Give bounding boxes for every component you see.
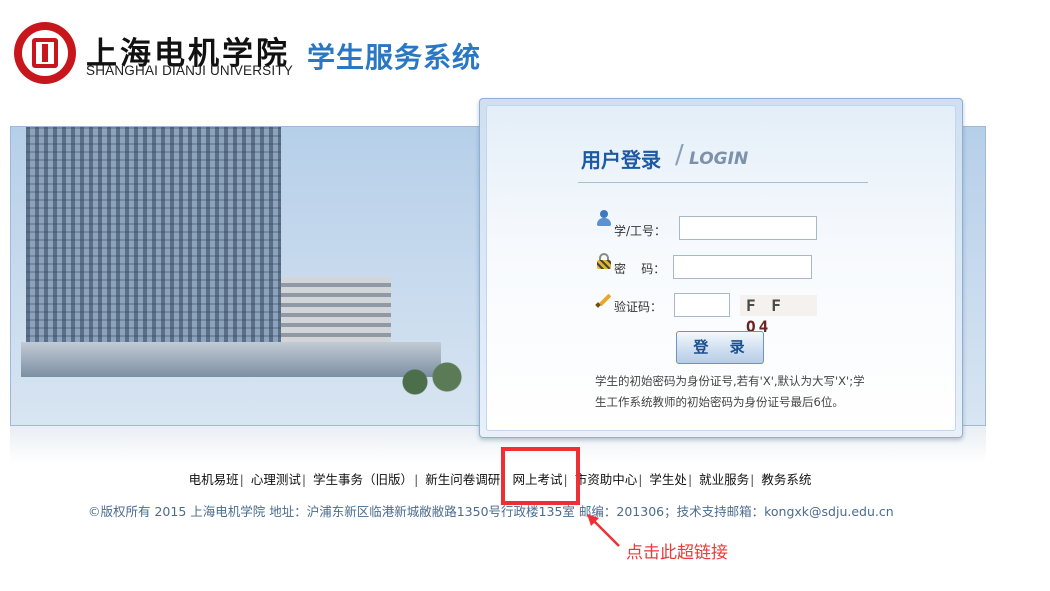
nav-separator: |	[301, 472, 307, 487]
password-label: 密 码：	[614, 262, 666, 276]
footer-nav: 电机易班| 心理测试| 学生事务（旧版）| 新生问卷调研| 网上考试| 市资助中…	[0, 469, 1000, 488]
nav-link-employment-service[interactable]: 就业服务	[699, 472, 749, 487]
nav-link-freshman-survey[interactable]: 新生问卷调研	[425, 472, 500, 487]
system-title: 学生服务系统	[307, 41, 482, 74]
nav-separator: |	[239, 472, 244, 487]
password-hint-text: 学生的初始密码为身份证号,若有'X',默认为大写'X';学生工作系统教师的初始密…	[595, 374, 865, 409]
campus-podium	[21, 342, 441, 377]
nav-link-city-aid-center[interactable]: 市资助中心	[575, 472, 638, 487]
nav-separator: |	[414, 472, 419, 487]
page-header: 上海电机学院 SHANGHAI DIANJI UNIVERSITY 学生服务系统	[0, 0, 1050, 95]
login-title-divider: /	[675, 140, 684, 170]
nav-link-student-affairs-old[interactable]: 学生事务（旧版）	[313, 472, 413, 487]
captcha-image[interactable]: F F Q4	[740, 295, 817, 336]
annotation-arrow-icon	[587, 514, 620, 547]
nav-link-student-office[interactable]: 学生处	[649, 472, 687, 487]
campus-trees	[391, 352, 471, 402]
nav-link-psych-test[interactable]: 心理测试	[251, 472, 301, 487]
login-title: 用户登录	[581, 148, 661, 172]
nav-separator: |	[638, 472, 643, 487]
pencil-icon	[595, 292, 612, 308]
copyright-text: ©版权所有 2015 上海电机学院 地址：沪浦东新区临港新城敝敝路1350号行政…	[88, 504, 894, 519]
university-name-en: SHANGHAI DIANJI UNIVERSITY	[86, 63, 293, 78]
annotation-highlight-box	[501, 447, 580, 505]
nav-separator: |	[750, 472, 755, 487]
password-input[interactable]	[673, 255, 812, 279]
captcha-input[interactable]	[674, 293, 730, 317]
captcha-label: 验证码：	[614, 300, 663, 314]
user-id-label: 学/工号：	[614, 224, 667, 238]
captcha-text-part-1: F F	[746, 296, 784, 315]
login-panel-inner: 用户登录 / LOGIN 学/工号： 密 码： 验证码： F F Q4 登 录 …	[486, 105, 956, 431]
nav-link-academic-system[interactable]: 教务系统	[761, 472, 811, 487]
campus-tower-building	[26, 127, 281, 367]
lock-icon	[596, 253, 612, 269]
login-panel: 用户登录 / LOGIN 学/工号： 密 码： 验证码： F F Q4 登 录 …	[479, 98, 963, 438]
login-title-rule	[578, 182, 868, 183]
nav-link-dianji-yiban[interactable]: 电机易班	[189, 472, 239, 487]
login-button[interactable]: 登 录	[676, 331, 764, 364]
user-icon	[596, 210, 612, 226]
user-id-input[interactable]	[679, 216, 817, 240]
university-seal-logo	[14, 22, 76, 84]
annotation-text: 点击此超链接	[626, 543, 728, 563]
nav-separator: |	[687, 472, 693, 487]
login-subtitle: LOGIN	[689, 149, 749, 169]
